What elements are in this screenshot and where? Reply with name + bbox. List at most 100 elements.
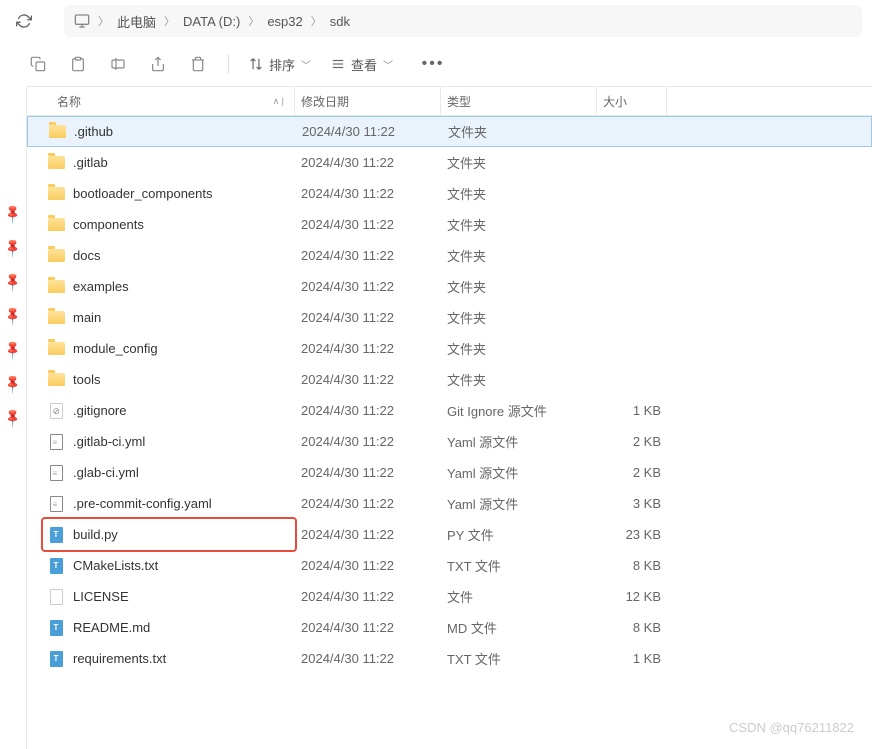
table-row[interactable]: components2024/4/30 11:22文件夹: [27, 209, 872, 240]
breadcrumb[interactable]: 〉 此电脑 〉 DATA (D:) 〉 esp32 〉 sdk: [64, 5, 862, 37]
table-row[interactable]: .glab-ci.yml2024/4/30 11:22Yaml 源文件2 KB: [27, 457, 872, 488]
file-icon: [47, 619, 65, 637]
pin-icon[interactable]: 📌: [2, 339, 25, 362]
file-name: module_config: [73, 341, 158, 356]
file-name: build.py: [73, 527, 118, 542]
file-size: 3 KB: [597, 496, 667, 511]
table-row[interactable]: examples2024/4/30 11:22文件夹: [27, 271, 872, 302]
sort-dropdown[interactable]: 排序 ﹀: [241, 48, 319, 80]
chevron-down-icon: ﹀: [383, 57, 393, 72]
file-date: 2024/4/30 11:22: [295, 620, 441, 635]
breadcrumb-item[interactable]: esp32: [267, 14, 302, 29]
paste-button[interactable]: [60, 48, 96, 80]
folder-icon: [47, 247, 65, 265]
folder-icon: [48, 123, 66, 141]
column-header-size[interactable]: 大小: [597, 87, 667, 115]
file-type: Yaml 源文件: [441, 463, 597, 482]
file-name: .glab-ci.yml: [73, 465, 139, 480]
file-date: 2024/4/30 11:22: [295, 558, 441, 573]
table-row[interactable]: README.md2024/4/30 11:22MD 文件8 KB: [27, 612, 872, 643]
file-icon: [47, 433, 65, 451]
table-row[interactable]: .github2024/4/30 11:22文件夹: [27, 116, 872, 147]
file-type: 文件夹: [441, 215, 597, 234]
file-icon: [47, 650, 65, 668]
file-icon: [47, 495, 65, 513]
file-name: bootloader_components: [73, 186, 213, 201]
folder-icon: [47, 371, 65, 389]
delete-button[interactable]: [180, 48, 216, 80]
file-date: 2024/4/30 11:22: [295, 527, 441, 542]
refresh-button[interactable]: [10, 7, 38, 35]
rename-button[interactable]: [100, 48, 136, 80]
file-icon: [47, 526, 65, 544]
file-date: 2024/4/30 11:22: [295, 589, 441, 604]
table-row[interactable]: requirements.txt2024/4/30 11:22TXT 文件1 K…: [27, 643, 872, 674]
file-name: requirements.txt: [73, 651, 166, 666]
file-icon: [47, 402, 65, 420]
breadcrumb-item[interactable]: DATA (D:): [183, 14, 240, 29]
pin-icon[interactable]: 📌: [2, 305, 25, 328]
file-type: 文件夹: [441, 153, 597, 172]
file-name: main: [73, 310, 101, 325]
table-row[interactable]: CMakeLists.txt2024/4/30 11:22TXT 文件8 KB: [27, 550, 872, 581]
file-date: 2024/4/30 11:22: [295, 186, 441, 201]
folder-icon: [47, 185, 65, 203]
breadcrumb-item[interactable]: sdk: [330, 14, 350, 29]
folder-icon: [47, 340, 65, 358]
file-type: MD 文件: [441, 618, 597, 637]
share-button[interactable]: [140, 48, 176, 80]
file-type: 文件夹: [442, 122, 598, 141]
table-row[interactable]: tools2024/4/30 11:22文件夹: [27, 364, 872, 395]
table-row[interactable]: main2024/4/30 11:22文件夹: [27, 302, 872, 333]
file-date: 2024/4/30 11:22: [295, 465, 441, 480]
trash-icon: [190, 56, 206, 72]
pin-icon[interactable]: 📌: [2, 237, 25, 260]
breadcrumb-item[interactable]: 此电脑: [117, 12, 156, 31]
file-name: .gitlab-ci.yml: [73, 434, 145, 449]
column-header-name[interactable]: 名称 ∧ |: [27, 87, 295, 115]
pin-icon[interactable]: 📌: [2, 271, 25, 294]
watermark: CSDN @qq76211822: [729, 720, 854, 735]
pin-icon[interactable]: 📌: [2, 203, 25, 226]
more-button[interactable]: •••: [415, 48, 451, 80]
view-dropdown[interactable]: 查看 ﹀: [323, 48, 401, 80]
file-type: TXT 文件: [441, 556, 597, 575]
file-name: examples: [73, 279, 129, 294]
table-row[interactable]: .gitlab2024/4/30 11:22文件夹: [27, 147, 872, 178]
table-row[interactable]: .gitlab-ci.yml2024/4/30 11:22Yaml 源文件2 K…: [27, 426, 872, 457]
folder-icon: [47, 216, 65, 234]
file-type: 文件夹: [441, 184, 597, 203]
pin-icon[interactable]: 📌: [2, 407, 25, 430]
file-icon: [47, 464, 65, 482]
column-header-date[interactable]: 修改日期: [295, 87, 441, 115]
table-row[interactable]: module_config2024/4/30 11:22文件夹: [27, 333, 872, 364]
file-type: PY 文件: [441, 525, 597, 544]
file-name: CMakeLists.txt: [73, 558, 158, 573]
table-row[interactable]: build.py2024/4/30 11:22PY 文件23 KB: [27, 519, 872, 550]
file-date: 2024/4/30 11:22: [295, 434, 441, 449]
table-row[interactable]: bootloader_components 2024/4/30 11:22文件夹: [27, 178, 872, 209]
file-date: 2024/4/30 11:22: [295, 651, 441, 666]
file-type: Yaml 源文件: [441, 494, 597, 513]
file-name: README.md: [73, 620, 150, 635]
table-row[interactable]: .pre-commit-config.yaml2024/4/30 11:22Ya…: [27, 488, 872, 519]
file-size: 1 KB: [597, 651, 667, 666]
view-icon: [331, 57, 345, 71]
file-name: components: [73, 217, 144, 232]
copy-button[interactable]: [20, 48, 56, 80]
chevron-down-icon: ﹀: [301, 57, 311, 72]
ellipsis-icon: •••: [422, 55, 445, 73]
chevron-right-icon: 〉: [248, 13, 259, 29]
table-row[interactable]: LICENSE2024/4/30 11:22文件12 KB: [27, 581, 872, 612]
file-name: tools: [73, 372, 100, 387]
pin-icon[interactable]: 📌: [2, 373, 25, 396]
file-type: Git Ignore 源文件: [441, 401, 597, 420]
file-type: 文件夹: [441, 339, 597, 358]
rename-icon: [110, 56, 126, 72]
file-type: 文件夹: [441, 277, 597, 296]
table-row[interactable]: .gitignore2024/4/30 11:22Git Ignore 源文件1…: [27, 395, 872, 426]
sidebar-pins: 📌 📌 📌 📌 📌 📌 📌: [0, 86, 26, 749]
column-header-type[interactable]: 类型: [441, 87, 597, 115]
table-row[interactable]: docs2024/4/30 11:22文件夹: [27, 240, 872, 271]
file-date: 2024/4/30 11:22: [295, 496, 441, 511]
